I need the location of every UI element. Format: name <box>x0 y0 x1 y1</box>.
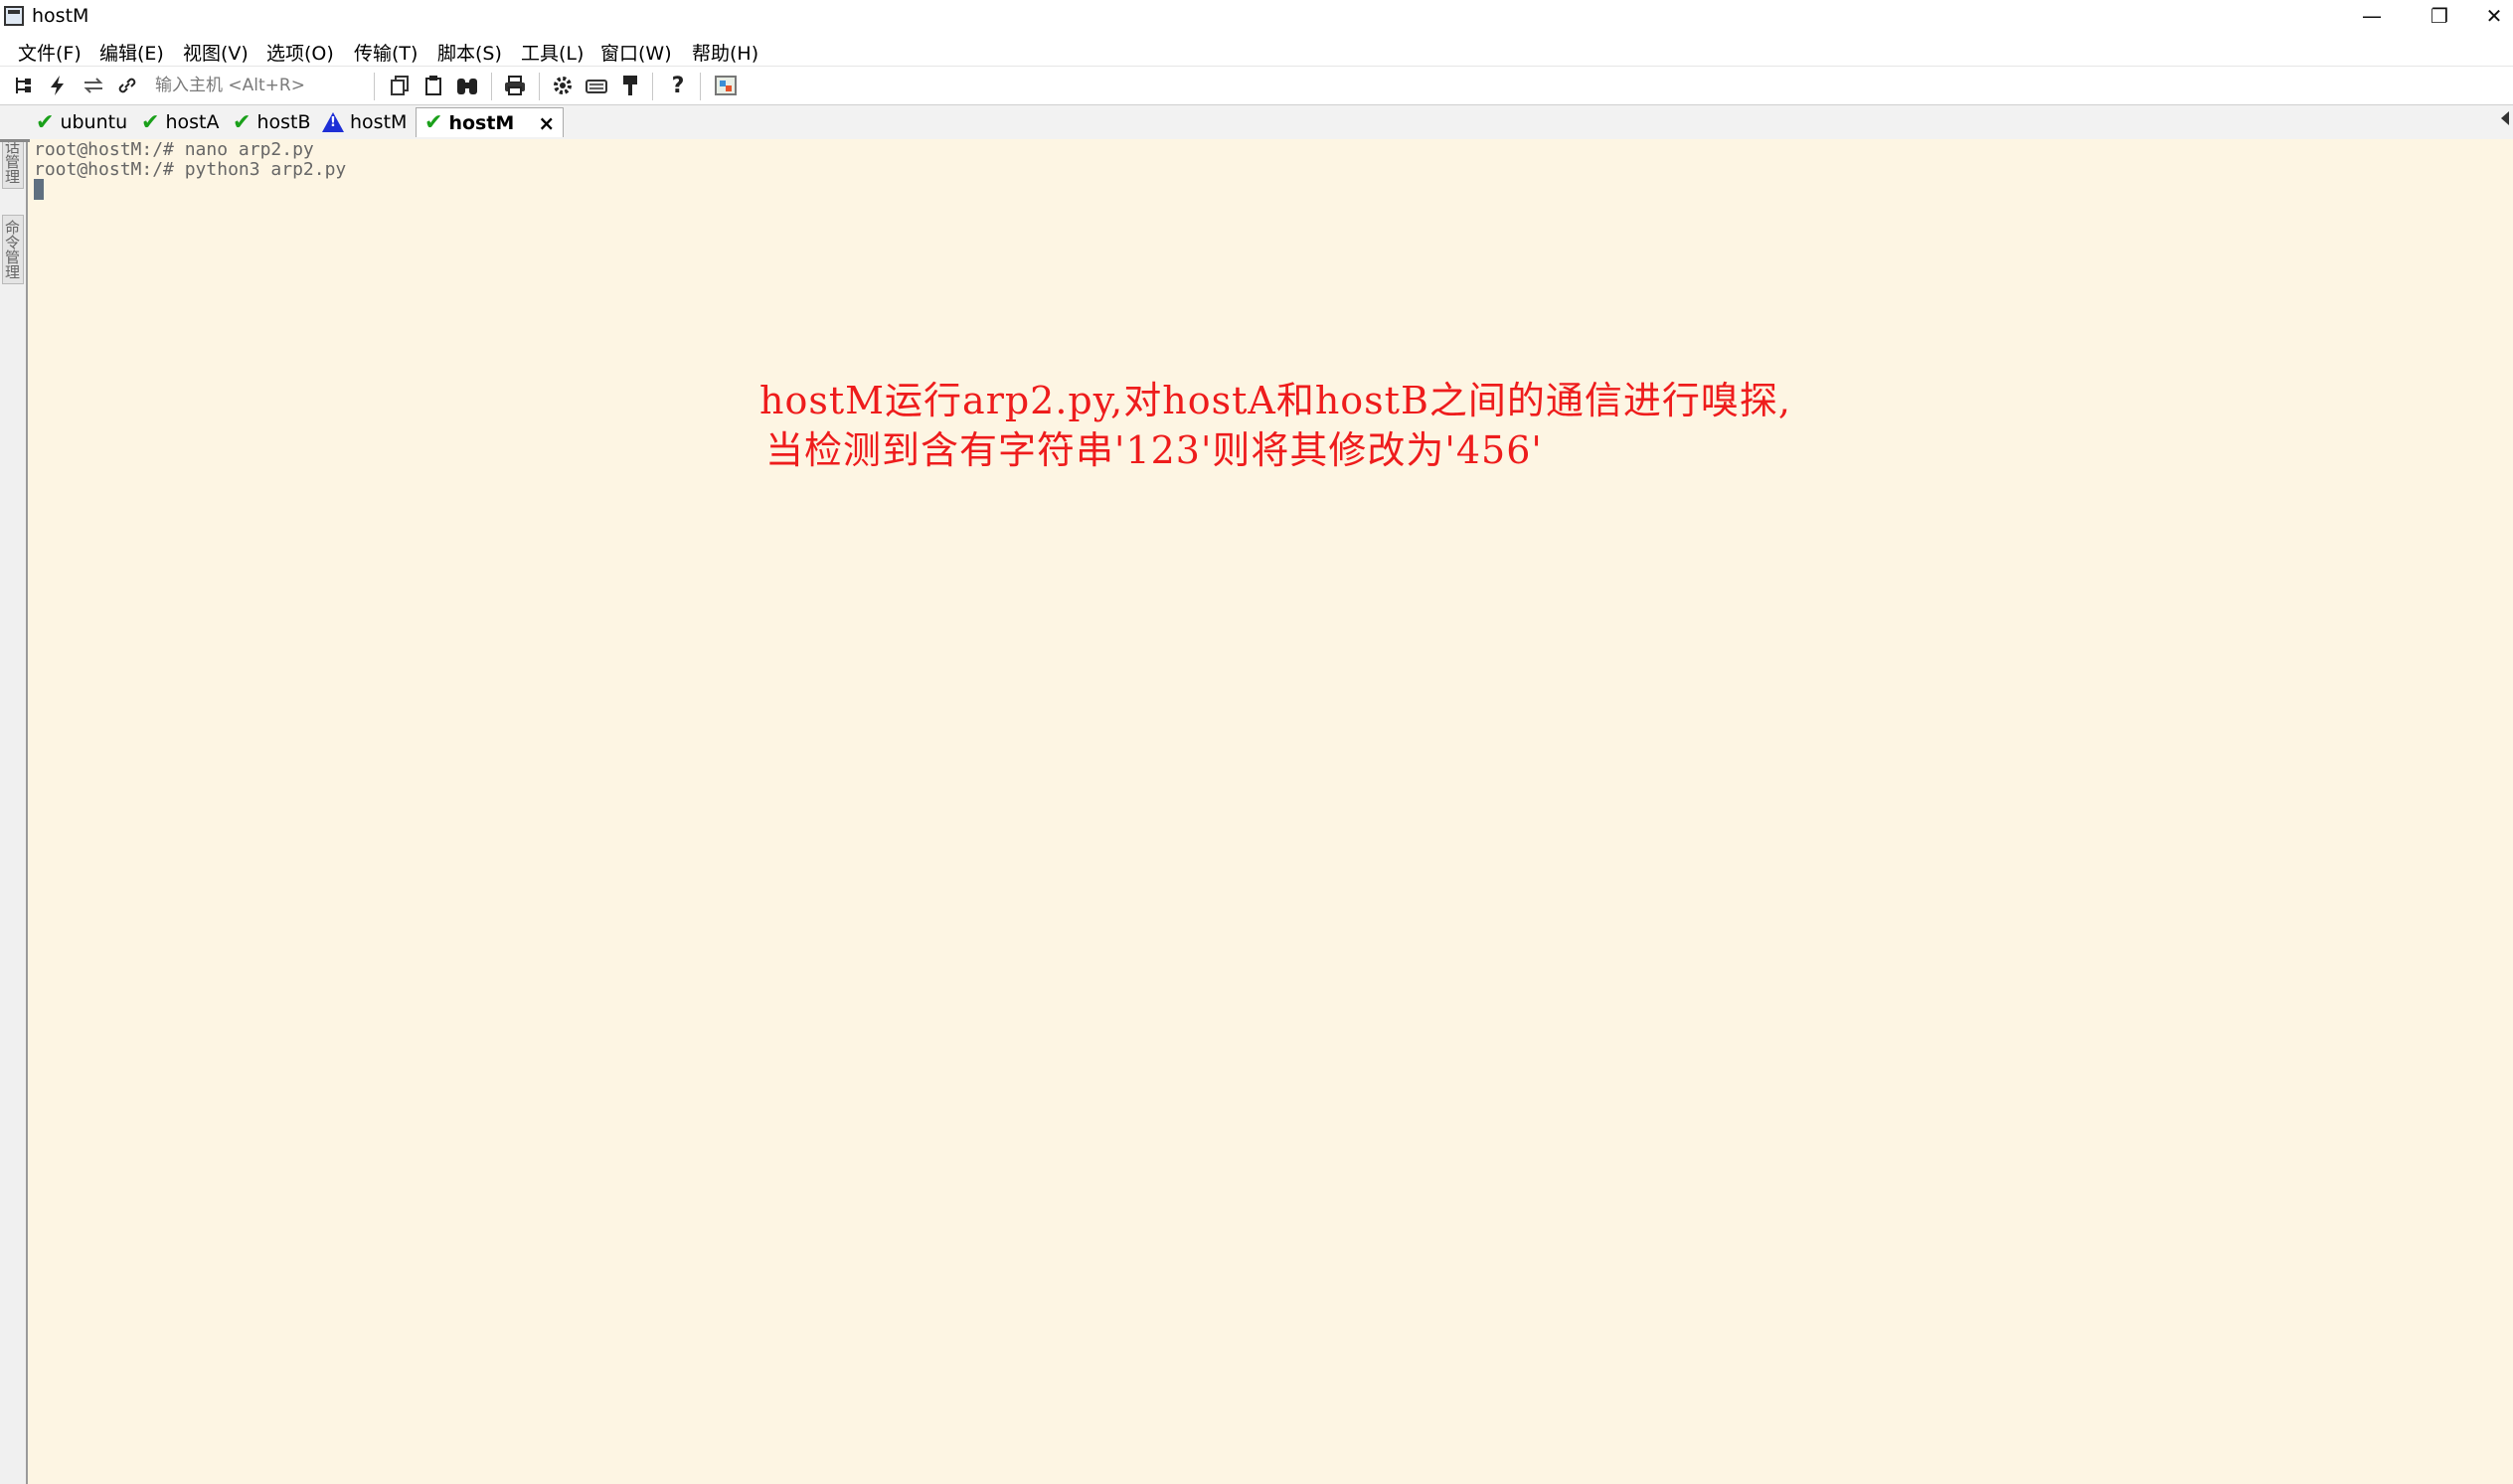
menu-window[interactable]: 窗口(W) <box>600 39 672 66</box>
menu-bar: 文件(F) 编辑(E) 视图(V) 选项(O) 传输(T) 脚本(S) 工具(L… <box>0 34 2513 67</box>
command-manager-tab[interactable]: 命令管理 <box>2 215 24 284</box>
menu-view[interactable]: 视图(V) <box>183 39 249 66</box>
toolbar-separator <box>374 73 375 100</box>
reconnect-icon[interactable] <box>80 73 107 98</box>
tab-hostM-active[interactable]: ✔ hostM × <box>416 107 565 137</box>
tab-hostA[interactable]: ✔ hostA <box>141 107 219 137</box>
tab-label: ubuntu <box>60 111 128 133</box>
session-tab-bar: ✔ ubuntu ✔ hostA ✔ hostB hostM ✔ hostM × <box>0 105 2513 142</box>
title-bar: hostM — ❐ ✕ <box>0 0 2513 34</box>
toolbar-separator <box>700 73 701 100</box>
tab-label: hostM <box>448 111 515 134</box>
toolbar-separator <box>539 73 540 100</box>
annotation-line-2: 当检测到含有字符串'123'则将其修改为'456' <box>765 428 1543 472</box>
tab-hostB[interactable]: ✔ hostB <box>233 107 311 137</box>
terminal-line: root@hostM:/# nano arp2.py <box>34 139 314 160</box>
copy-icon[interactable] <box>386 73 414 98</box>
link-icon[interactable] <box>113 73 141 98</box>
restore-button[interactable]: ❐ <box>2410 0 2469 34</box>
side-panel: 会话管理 命令管理 <box>0 105 28 1484</box>
find-binoculars-icon[interactable] <box>453 73 481 98</box>
tab-hostM-warning[interactable]: hostM <box>322 107 407 137</box>
check-icon: ✔ <box>424 110 443 135</box>
tab-label: hostB <box>256 111 311 133</box>
tab-label: hostM <box>350 111 408 133</box>
menu-file[interactable]: 文件(F) <box>18 39 82 66</box>
toolbar: ? <box>0 67 2513 105</box>
tab-scroll-left-icon[interactable] <box>2501 111 2509 125</box>
menu-transfer[interactable]: 传输(T) <box>354 39 418 66</box>
menu-script[interactable]: 脚本(S) <box>437 39 502 66</box>
settings-gear-icon[interactable] <box>549 73 577 98</box>
window-title: hostM <box>32 5 89 27</box>
quick-connect-icon[interactable] <box>44 73 72 98</box>
toolbar-separator <box>652 73 653 100</box>
check-icon: ✔ <box>36 109 55 135</box>
menu-edit[interactable]: 编辑(E) <box>99 39 164 66</box>
toolbar-separator <box>491 73 492 100</box>
annotation-line-1: hostM运行arp2.py,对hostA和hostB之间的通信进行嗅探, <box>759 379 1791 422</box>
tab-ubuntu[interactable]: ✔ ubuntu <box>36 107 127 137</box>
menu-options[interactable]: 选项(O) <box>266 39 334 66</box>
minimize-button[interactable]: — <box>2342 0 2402 34</box>
sftp-icon[interactable] <box>616 73 644 98</box>
warning-icon <box>322 112 344 132</box>
app-icon <box>4 6 24 26</box>
host-input[interactable] <box>149 71 380 100</box>
connect-tree-icon[interactable] <box>10 73 38 98</box>
screenshot-icon[interactable] <box>712 73 740 98</box>
help-icon[interactable]: ? <box>664 73 692 98</box>
terminal-line: root@hostM:/# python3 arp2.py <box>34 159 347 180</box>
terminal-area[interactable]: root@hostM:/# nano arp2.py root@hostM:/#… <box>30 139 2513 1484</box>
keymap-icon[interactable] <box>583 73 610 98</box>
paste-icon[interactable] <box>419 73 447 98</box>
close-window-button[interactable]: ✕ <box>2475 0 2513 34</box>
print-icon[interactable] <box>501 73 529 98</box>
close-tab-icon[interactable]: × <box>538 111 555 135</box>
tab-label: hostA <box>165 111 220 133</box>
menu-help[interactable]: 帮助(H) <box>692 39 758 66</box>
menu-tools[interactable]: 工具(L) <box>521 39 584 66</box>
check-icon: ✔ <box>141 109 160 135</box>
terminal-cursor <box>34 179 44 200</box>
check-icon: ✔ <box>233 109 251 135</box>
